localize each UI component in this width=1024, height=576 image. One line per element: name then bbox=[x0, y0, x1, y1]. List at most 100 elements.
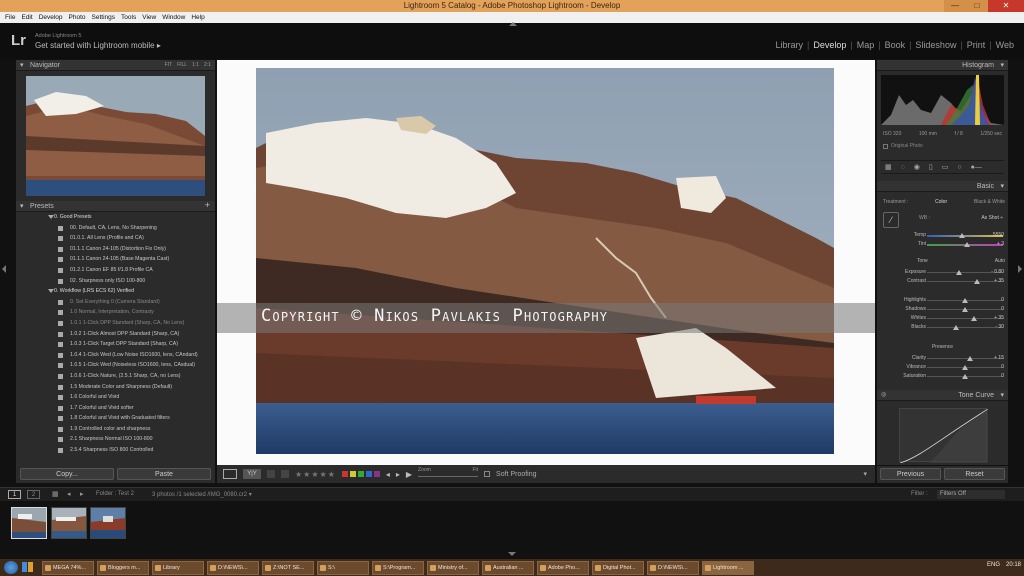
preset-folder[interactable]: 0. Workflow (LRS ECS 62) Verified bbox=[16, 286, 215, 297]
preset-item[interactable]: 1.0 Normal, Interpretation, Contrasty bbox=[16, 307, 215, 318]
slider-thumb[interactable] bbox=[962, 365, 968, 370]
preset-item[interactable]: 01.2.1 Canon EF 85 f/1.8 Profile CA bbox=[16, 265, 215, 276]
menu-item-view[interactable]: View bbox=[139, 12, 159, 23]
menu-item-photo[interactable]: Photo bbox=[66, 12, 89, 23]
forward-arrow-icon[interactable]: ▸ bbox=[80, 490, 84, 498]
start-button-icon[interactable] bbox=[4, 561, 18, 574]
preset-folder[interactable]: 0. Good Presets bbox=[16, 212, 215, 223]
slider-value[interactable]: 0 bbox=[1001, 364, 1004, 370]
soft-proofing-checkbox[interactable] bbox=[484, 471, 491, 477]
graduated-filter-icon[interactable]: ▭ bbox=[942, 163, 949, 171]
navigator-zoom-option[interactable]: 1:1 bbox=[192, 60, 199, 71]
module-library[interactable]: Library bbox=[771, 40, 807, 50]
filmstrip-thumbnail[interactable] bbox=[51, 507, 87, 539]
taskbar-item[interactable]: D:\NEWS\... bbox=[207, 560, 259, 575]
close-button[interactable]: ✕ bbox=[988, 0, 1024, 12]
selection-info[interactable]: 3 photos /1 selected /IMG_0080.cr2 ▾ bbox=[152, 491, 252, 498]
slider-value[interactable]: - 0.80 bbox=[991, 269, 1004, 275]
red-label-icon[interactable] bbox=[341, 471, 348, 477]
purple-label-icon[interactable] bbox=[373, 471, 380, 477]
preset-item[interactable]: 1.0.6 1-Click Nature, (2.5.1 Sharp, CA, … bbox=[16, 371, 215, 382]
slider-saturation[interactable]: Saturation 0 bbox=[877, 372, 1008, 381]
zoom-control[interactable]: Zoom Fit bbox=[418, 467, 479, 481]
taskbar-item[interactable]: Z:\NOT SE... bbox=[262, 560, 314, 575]
slider-thumb[interactable] bbox=[955, 270, 962, 275]
preset-item[interactable]: 01.1.1 Canon 24-105 (Base Magenta Cast) bbox=[16, 254, 215, 265]
slider-contrast[interactable]: Contrast + 35 bbox=[877, 277, 1008, 286]
slider-thumb[interactable] bbox=[952, 325, 959, 330]
adjustment-brush-icon[interactable]: ●— bbox=[971, 164, 982, 171]
module-print[interactable]: Print bbox=[963, 40, 990, 50]
preset-item[interactable]: 1.0.4 1-Click Wed (Low Noise ISO1600, le… bbox=[16, 350, 215, 361]
slider-track[interactable] bbox=[927, 281, 1003, 282]
presets-header[interactable]: ▾ Presets + bbox=[16, 200, 215, 212]
menu-item-window[interactable]: Window bbox=[159, 12, 188, 23]
back-arrow-icon[interactable]: ◂ bbox=[67, 490, 71, 498]
left-panel-toggle-icon[interactable] bbox=[2, 265, 6, 273]
right-panel-toggle-icon[interactable] bbox=[1018, 265, 1022, 273]
preset-item[interactable]: 1.9 Controlled color and sharpness bbox=[16, 424, 215, 435]
slider-thumb[interactable] bbox=[971, 316, 978, 321]
preset-item[interactable]: 1.7 Colorful and Vivid softer bbox=[16, 403, 215, 414]
taskbar-item[interactable]: Ministry of... bbox=[427, 560, 479, 575]
preset-item[interactable]: 1.0.2 1-Click Almost DPP Standard (Sharp… bbox=[16, 329, 215, 340]
reject-flag-icon[interactable] bbox=[281, 470, 289, 478]
taskbar-item[interactable]: Australian ... bbox=[482, 560, 534, 575]
histogram-graph[interactable] bbox=[881, 75, 1004, 125]
menu-item-tools[interactable]: Tools bbox=[118, 12, 139, 23]
flag-icon[interactable] bbox=[267, 470, 275, 478]
crop-tool-icon[interactable]: ◌ bbox=[901, 164, 905, 171]
histogram-header[interactable]: Histogram ▾ bbox=[877, 60, 1008, 71]
slider-vibrance[interactable]: Vibrance 0 bbox=[877, 363, 1008, 372]
preset-item[interactable]: 0. Set Everything 0 (Camera Standard) bbox=[16, 297, 215, 308]
slider-blacks[interactable]: Blacks - 30 bbox=[877, 323, 1008, 332]
slider-value[interactable]: + 3 bbox=[997, 241, 1004, 247]
grid-view-icon[interactable]: ▦ bbox=[52, 490, 59, 498]
slider-value[interactable]: + 35 bbox=[994, 278, 1004, 284]
spot-removal-icon[interactable]: ◉ bbox=[914, 163, 920, 171]
navigator-zoom-option[interactable]: 2:1 bbox=[204, 60, 211, 71]
primary-window-button[interactable]: 1 bbox=[8, 490, 21, 499]
slider-tint[interactable]: Tint + 3 bbox=[877, 240, 1008, 249]
slider-value[interactable]: 0 bbox=[1001, 306, 1004, 312]
slider-value[interactable]: 0 bbox=[1001, 373, 1004, 379]
red-eye-icon[interactable]: ▯ bbox=[929, 163, 933, 171]
taskbar-item[interactable]: Library bbox=[152, 560, 204, 575]
module-book[interactable]: Book bbox=[881, 40, 910, 50]
slider-track[interactable] bbox=[927, 358, 1003, 359]
slider-clarity[interactable]: Clarity + 15 bbox=[877, 354, 1008, 363]
menu-item-develop[interactable]: Develop bbox=[36, 12, 66, 23]
module-slideshow[interactable]: Slideshow bbox=[911, 40, 960, 50]
navigator-preview[interactable] bbox=[26, 76, 205, 196]
yellow-label-icon[interactable] bbox=[349, 471, 356, 477]
slider-thumb[interactable] bbox=[962, 374, 968, 379]
slider-thumb[interactable] bbox=[963, 242, 970, 247]
star-rating[interactable]: ★★★★★ bbox=[295, 470, 336, 479]
preset-item[interactable]: 01.0.1. All Lens (Profile and CA) bbox=[16, 233, 215, 244]
previous-photo-icon[interactable]: ◂ bbox=[386, 470, 390, 479]
module-web[interactable]: Web bbox=[992, 40, 1018, 50]
taskbar-item[interactable]: Lightroom ... bbox=[702, 560, 754, 575]
tone-curve-graph[interactable] bbox=[899, 408, 989, 464]
green-label-icon[interactable] bbox=[357, 471, 364, 477]
slider-value[interactable]: 0 bbox=[1001, 297, 1004, 303]
secondary-window-button[interactable]: 2 bbox=[27, 490, 40, 499]
reset-button[interactable]: Reset bbox=[944, 468, 1005, 480]
taskbar-item[interactable]: Bloggers m... bbox=[97, 560, 149, 575]
treatment-color-option[interactable]: Color bbox=[935, 199, 947, 205]
slider-thumb[interactable] bbox=[958, 233, 965, 238]
loupe-view-button[interactable] bbox=[223, 469, 237, 479]
menu-item-file[interactable]: File bbox=[2, 12, 18, 23]
slider-thumb[interactable] bbox=[967, 356, 974, 361]
menu-item-settings[interactable]: Settings bbox=[89, 12, 119, 23]
slider-thumb[interactable] bbox=[974, 279, 981, 284]
navigator-zoom-option[interactable]: FIT bbox=[165, 60, 173, 71]
preset-item[interactable]: 2.5.4 Sharpness ISO 800 Controlled bbox=[16, 445, 215, 456]
menu-item-help[interactable]: Help bbox=[188, 12, 207, 23]
top-panel-toggle-icon[interactable] bbox=[509, 22, 517, 26]
basic-header[interactable]: Basic ▾ bbox=[877, 181, 1008, 192]
preset-item[interactable]: 2.1 Sharpness Normal ISO 100-800 bbox=[16, 434, 215, 445]
language-indicator[interactable]: ENG bbox=[987, 562, 1000, 568]
next-photo-icon[interactable]: ▸ bbox=[396, 470, 400, 479]
preset-item[interactable]: 1.0.3 1-Click Target DPP Standard (Sharp… bbox=[16, 339, 215, 350]
